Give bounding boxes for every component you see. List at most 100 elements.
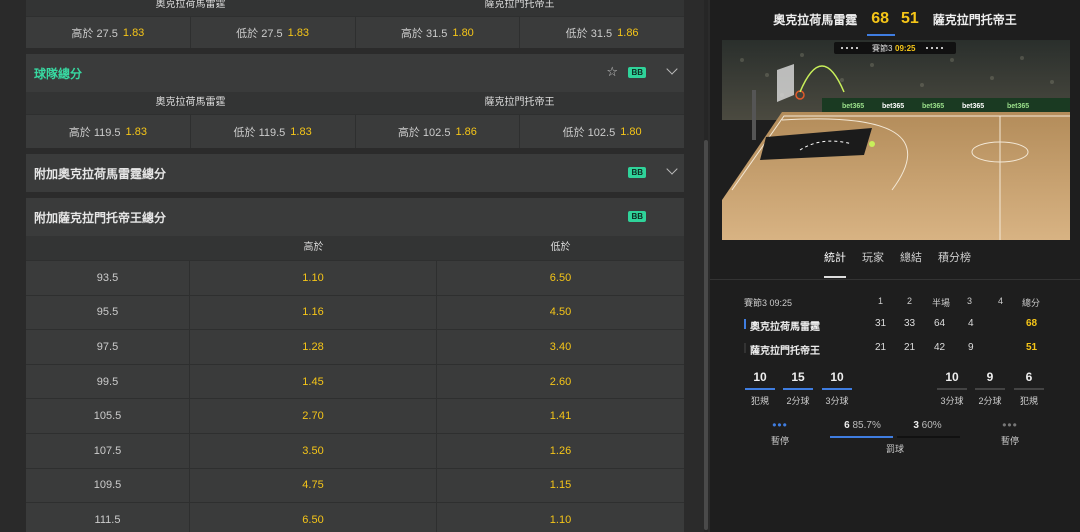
odds-button[interactable]: 低於 119.5 1.83 (191, 115, 356, 148)
total-score: 51 (1026, 342, 1038, 353)
col-header: 1 (878, 296, 884, 306)
timeout-dots: ••• (772, 418, 788, 432)
q3-score: 4 (968, 318, 974, 329)
team-label: 奧克拉荷馬雷霆 (155, 97, 226, 108)
odds-button[interactable]: 低於 31.5 1.86 (520, 17, 684, 48)
market-header[interactable]: 附加奧克拉荷馬雷霆總分 BB (26, 154, 684, 192)
odds-button[interactable]: 高於 119.5 1.83 (26, 115, 191, 148)
scrollbar[interactable] (704, 0, 708, 532)
table-row: 奧克拉荷馬雷霆 31 33 64 4 68 (710, 314, 1080, 334)
scrollbar-thumb[interactable] (704, 140, 708, 530)
over-odds-button[interactable]: 3.50 (190, 433, 437, 468)
tab-standings[interactable]: 積分榜 (938, 244, 971, 280)
team-totals-panel: 球隊總分 ☆ BB 奧克拉荷馬雷霆 薩克拉門托帝王 高於 119.5 1.83 低… (26, 54, 684, 148)
odds-button[interactable]: 低於 27.5 1.83 (191, 17, 356, 48)
stat-bar (975, 388, 1005, 390)
line-cell: 99.5 (26, 364, 190, 399)
score-underline (867, 34, 895, 36)
odds-value: 1.83 (287, 26, 310, 39)
market-header[interactable]: 附加薩克拉門托帝王總分 BB (26, 198, 684, 236)
line-cell: 93.5 (26, 261, 190, 295)
timeout-label: 暫停 (1000, 436, 1019, 446)
top-market-teams: 奧克拉荷馬雷霆 薩克拉門托帝王 (26, 0, 684, 16)
timeout-dots: ••• (1002, 418, 1018, 432)
chevron-down-icon[interactable] (666, 163, 678, 175)
sac-extra-panel: 附加薩克拉門托帝王總分 BB 高於 低於 93.5 1.10 6.50 95.5 1.1… (26, 198, 684, 532)
odds-label: 高於 119.5 (68, 126, 121, 139)
odds-button[interactable]: 高於 27.5 1.83 (26, 17, 191, 48)
odds-value: 1.83 (122, 26, 145, 39)
period-label: 賽節3 (872, 43, 893, 53)
over-odds-button[interactable]: 1.10 (190, 261, 437, 295)
away-2pt-stat: 9 2分球 (975, 370, 1005, 407)
under-odds-button[interactable]: 4.50 (437, 296, 684, 330)
line-cell: 97.5 (26, 330, 190, 364)
odds-value: 1.86 (617, 26, 639, 39)
odds-button[interactable]: 高於 102.5 1.86 (356, 115, 521, 148)
table-row: 99.5 1.45 2.60 (26, 363, 684, 399)
team-label: 薩克拉門托帝王 (484, 0, 555, 10)
over-odds-button[interactable]: 1.16 (190, 295, 437, 330)
line-cell: 109.5 (26, 468, 190, 503)
stat-label: 3分球 (825, 396, 849, 406)
away-team-name: 薩克拉門托帝王 (932, 12, 1017, 27)
team-color-marker (744, 319, 746, 329)
over-odds-button[interactable]: 1.28 (190, 330, 437, 364)
under-odds-button[interactable]: 1.10 (437, 503, 684, 532)
team-stat-summary: 10 犯規 15 2分球 10 3分球 10 3分球 9 2分球 6 犯規 (710, 370, 1080, 414)
bet-builder-badge: BB (628, 67, 646, 78)
court-visualization: bet365 bet365 bet365 bet365 bet365 賽節3 0… (722, 40, 1070, 240)
under-odds-button[interactable]: 3.40 (437, 330, 684, 364)
free-throw-bars (830, 436, 960, 438)
under-odds-button[interactable]: 1.26 (437, 434, 684, 468)
stat-bar (937, 388, 967, 390)
stat-value: 10 (753, 370, 767, 384)
over-odds-button[interactable]: 2.70 (190, 399, 437, 433)
over-header: 高於 (303, 242, 324, 253)
stat-label: 3分球 (940, 396, 964, 406)
market-header[interactable]: 球隊總分 ☆ BB (26, 54, 684, 92)
over-odds-button[interactable]: 6.50 (190, 503, 437, 532)
tab-players[interactable]: 玩家 (862, 244, 884, 280)
away-ft: 3 60% (895, 420, 960, 434)
tab-stats[interactable]: 統計 (824, 244, 846, 280)
under-odds-button[interactable]: 1.15 (437, 469, 684, 503)
over-odds-button[interactable]: 4.75 (190, 468, 437, 503)
odds-label: 高於 31.5 (400, 27, 448, 40)
free-throw-values: 6 85.7% 3 60% (830, 420, 960, 434)
odds-label: 低於 102.5 (562, 126, 616, 139)
stat-value: 10 (830, 370, 844, 384)
score-breakdown-header: 賽節3 09:25 1 2 半場 3 4 總分 (710, 292, 1080, 312)
markets-column: 奧克拉荷馬雷霆 薩克拉門托帝王 高於 27.5 1.83 低於 27.5 1.83 … (26, 0, 684, 532)
stat-bar (745, 388, 775, 390)
star-icon[interactable]: ☆ (606, 64, 618, 80)
market-title: 附加奧克拉荷馬雷霆總分 (34, 166, 167, 181)
court-svg: bet365 bet365 bet365 bet365 bet365 賽節3 0… (722, 40, 1070, 240)
col-header: 3 (967, 296, 973, 306)
under-odds-button[interactable]: 1.41 (437, 399, 684, 433)
tab-divider (710, 279, 1080, 280)
away-fouls-stat: 6 犯規 (1014, 370, 1044, 407)
match-center: 奧克拉荷馬雷霆 68 51 薩克拉門托帝王 bet365 bet365 bet3… (710, 0, 1080, 532)
left-gutter (0, 0, 26, 532)
under-odds-button[interactable]: 2.60 (437, 365, 684, 399)
bet-builder-badge: BB (628, 211, 646, 222)
away-ft-made: 3 (913, 420, 919, 431)
odds-row: 高於 119.5 1.83 低於 119.5 1.83 高於 102.5 1.86 低… (26, 114, 684, 148)
under-odds-button[interactable]: 6.50 (437, 261, 684, 295)
stat-label: 犯規 (1019, 396, 1038, 406)
timeouts-freethrows: ••• 暫停 6 85.7% 3 60% 罰球 ••• 暫停 (710, 418, 1080, 460)
ad-board-text: bet365 (882, 103, 904, 110)
half-score: 42 (934, 342, 946, 353)
table-row: 111.5 6.50 1.10 (26, 502, 684, 532)
over-odds-button[interactable]: 1.45 (190, 364, 437, 399)
home-team-name: 奧克拉荷馬雷霆 (773, 12, 858, 27)
stat-value: 15 (791, 370, 805, 384)
tab-summary[interactable]: 總結 (900, 244, 922, 280)
stat-bar (822, 388, 852, 390)
odds-button[interactable]: 低於 102.5 1.80 (520, 115, 684, 148)
stat-label: 犯規 (750, 396, 769, 406)
odds-button[interactable]: 高於 31.5 1.80 (356, 17, 521, 48)
chevron-down-icon[interactable] (666, 63, 678, 75)
table-row: 薩克拉門托帝王 21 21 42 9 51 (710, 338, 1080, 358)
